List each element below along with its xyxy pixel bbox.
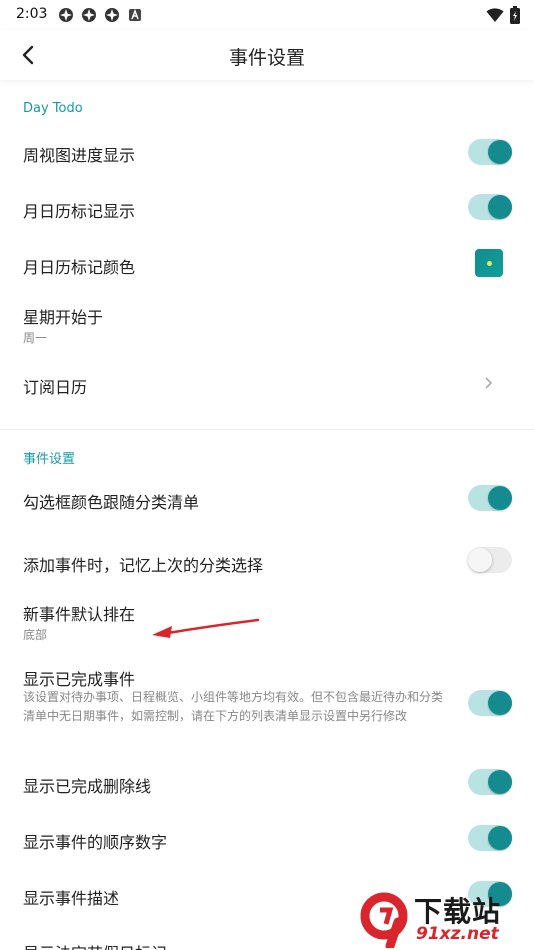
setting-new-event-position[interactable]: 新事件默认排在 底部 [0, 592, 534, 652]
section-divider [0, 429, 534, 430]
show-completed-toggle[interactable] [468, 690, 512, 716]
setting-strikethrough[interactable]: 显示已完成删除线 [0, 754, 534, 810]
watermark-url: 91xz.net [416, 924, 499, 944]
page-title: 事件设置 [228, 47, 305, 69]
battery-icon [510, 6, 520, 24]
toggle-knob [488, 140, 512, 164]
letter-a-icon [129, 8, 141, 21]
order-numbers-toggle[interactable] [468, 825, 512, 851]
watermark: 下载站 91xz.net [360, 888, 534, 950]
app-bar: 事件设置 [0, 30, 534, 80]
setting-label: 星期开始于 [23, 308, 104, 327]
app-icon [105, 8, 119, 22]
setting-label: 显示事件的顺序数字 [23, 833, 168, 852]
toggle-knob [488, 770, 512, 794]
status-bar: 2:03 [0, 0, 534, 30]
section-header-day-todo: Day Todo [23, 101, 83, 116]
setting-month-marker[interactable]: 月日历标记显示 [0, 180, 534, 236]
chevron-right-icon [485, 377, 493, 389]
wifi-icon [486, 8, 504, 22]
status-time: 2:03 [16, 6, 48, 22]
annotation-arrow-icon [152, 618, 260, 638]
setting-label: 显示已完成事件 [23, 670, 136, 689]
setting-description: 该设置对待办事项、日程概览、小组件等地方均有效。但不包含最近待办和分类清单中无日… [23, 690, 444, 723]
setting-week-progress[interactable]: 周视图进度显示 [0, 124, 534, 180]
setting-checkbox-color[interactable]: 勾选框颜色跟随分类清单 [0, 470, 534, 528]
setting-label: 显示已完成删除线 [23, 777, 152, 796]
checkbox-color-toggle[interactable] [468, 485, 512, 511]
toggle-knob [488, 486, 512, 510]
remember-category-toggle[interactable] [468, 547, 512, 573]
setting-remember-category[interactable]: 添加事件时，记忆上次的分类选择 [0, 532, 534, 590]
setting-label: 勾选框颜色跟随分类清单 [23, 493, 200, 512]
setting-label: 显示事件描述 [23, 889, 120, 908]
setting-label: 新事件默认排在 [23, 605, 136, 624]
month-marker-toggle[interactable] [468, 194, 512, 220]
setting-subscribe-calendar[interactable]: 订阅日历 [0, 356, 534, 412]
setting-label: 显示法定节假日标记 [23, 940, 167, 950]
setting-order-numbers[interactable]: 显示事件的顺序数字 [0, 810, 534, 866]
watermark-logo-icon [360, 892, 408, 948]
marker-color-swatch[interactable] [475, 249, 503, 277]
week-progress-toggle[interactable] [468, 139, 512, 165]
status-right-icons [486, 6, 520, 24]
toggle-knob [468, 548, 492, 572]
app-icon [59, 8, 73, 22]
setting-week-start[interactable]: 星期开始于 周一 [0, 294, 534, 358]
setting-show-completed[interactable]: 显示已完成事件 该设置对待办事项、日程概览、小组件等地方均有效。但不包含最近待办… [0, 660, 534, 750]
setting-value: 周一 [23, 331, 48, 345]
toggle-knob [488, 691, 512, 715]
strikethrough-toggle[interactable] [468, 769, 512, 795]
app-icon [82, 8, 96, 22]
section-header-event-settings: 事件设置 [23, 452, 76, 467]
setting-label: 月日历标记显示 [23, 202, 136, 221]
setting-label: 订阅日历 [23, 378, 88, 397]
setting-label: 周视图进度显示 [23, 146, 136, 165]
color-dot [487, 261, 492, 266]
setting-month-marker-color[interactable]: 月日历标记颜色 [0, 236, 534, 292]
setting-value: 底部 [23, 628, 48, 642]
notification-icons [58, 7, 143, 23]
toggle-knob [488, 195, 512, 219]
setting-label: 添加事件时，记忆上次的分类选择 [23, 556, 264, 575]
setting-label: 月日历标记颜色 [23, 258, 136, 277]
toggle-knob [488, 826, 512, 850]
